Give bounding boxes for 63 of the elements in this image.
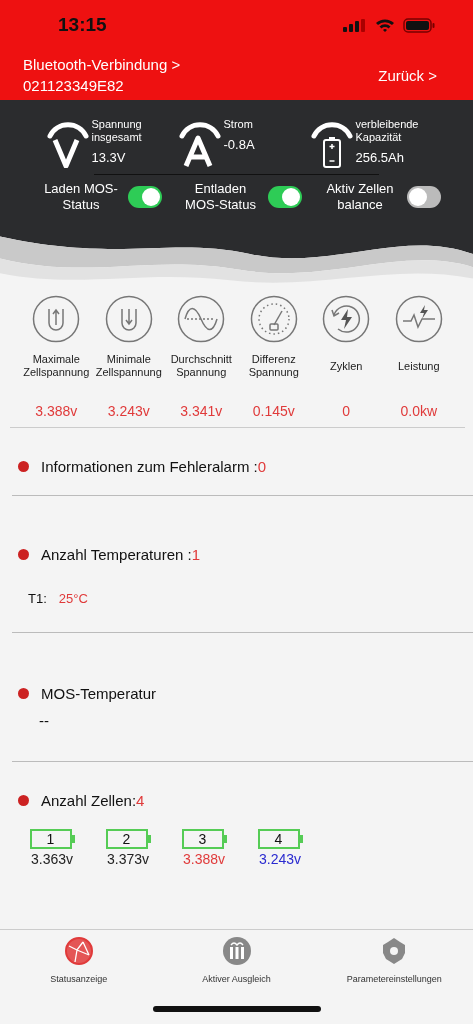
bluetooth-link[interactable]: Bluetooth-Verbindung > (23, 55, 181, 74)
toggle-switch[interactable] (267, 186, 302, 208)
cell-voltage: 3.373v (106, 851, 149, 867)
stat-label: Zyklen (330, 359, 363, 373)
temperature-value: 25°C (58, 591, 88, 606)
metric-label: verbleibende Kapazität (355, 118, 420, 144)
metric-label: Spannung insgesamt (91, 118, 143, 144)
gauge-icon (249, 295, 298, 343)
section-title: Anzahl Zellen: (41, 792, 137, 809)
cell-battery: 4 (257, 829, 300, 849)
metric-label: Strom (223, 118, 254, 131)
stat-label: Maximale Zellspannung (22, 353, 91, 379)
section-count: 4 (136, 792, 145, 809)
cycle-bolt-icon (322, 295, 371, 343)
switch-label: Entladen MOS-Status (184, 181, 257, 213)
signal-icon (343, 18, 367, 32)
sine-wave-icon (177, 295, 226, 343)
tab[interactable]: Statusanzeige (0, 936, 158, 1006)
bullet-dot (18, 688, 29, 699)
section-title: MOS-Temperatur (41, 685, 157, 702)
cells-icon (221, 936, 252, 966)
stat-value: 3.388v (35, 403, 78, 419)
toggle-switch[interactable] (128, 186, 162, 208)
metric-value: 13.3V (91, 150, 127, 165)
device-id: 021123349E82 (23, 76, 125, 95)
stat-value: 0.145v (252, 403, 295, 419)
cell-voltage: 3.243v (258, 851, 301, 867)
cell-battery: 1 (29, 829, 72, 849)
stat-label: Leistung (397, 359, 440, 373)
metric-value: -0.8A (223, 137, 256, 152)
bullet-dot (18, 461, 29, 472)
back-link[interactable]: Zurück > (378, 65, 437, 85)
tab[interactable]: Aktiver Ausgleich (157, 936, 316, 1006)
wifi-icon (375, 18, 395, 32)
switch-label: Laden MOS-Status (43, 181, 119, 213)
arrow-down-icon (104, 295, 153, 343)
stat-value: 3.341v (180, 403, 223, 419)
section-title: Informationen zum Fehleralarm : (41, 458, 258, 475)
globe-icon (63, 936, 94, 966)
pulse-bolt-icon (394, 295, 443, 343)
stat-label: Durchschnitt Spannung (169, 353, 233, 379)
toggle-switch[interactable] (407, 186, 441, 208)
switch-label: Aktiv Zellen balance (325, 181, 395, 213)
stat-value: 3.243v (107, 403, 150, 419)
cell-voltage: 3.363v (30, 851, 73, 867)
arrow-up-icon (32, 295, 81, 343)
stat-label: Minimale Zellspannung (94, 353, 163, 379)
stat-value: 0 (342, 403, 351, 419)
stat-value: 0.0kw (400, 403, 438, 419)
tab[interactable]: Parametereinstellungen (315, 936, 473, 1006)
section-title: Anzahl Temperaturen : (41, 546, 192, 563)
temperature-value: -- (39, 712, 50, 729)
section-count: 1 (191, 546, 200, 563)
cell-voltage: 3.388v (182, 851, 225, 867)
sensor-name: T1: (28, 591, 47, 606)
cell-battery: 3 (181, 829, 224, 849)
clock: 13:15 (58, 14, 107, 36)
bullet-dot (18, 549, 29, 560)
stat-label: Differenz Spannung (247, 353, 300, 379)
battery-icon (403, 17, 435, 33)
bullet-dot (18, 795, 29, 806)
metric-value: 256.5Ah (355, 150, 405, 165)
cell-battery: 2 (105, 829, 148, 849)
